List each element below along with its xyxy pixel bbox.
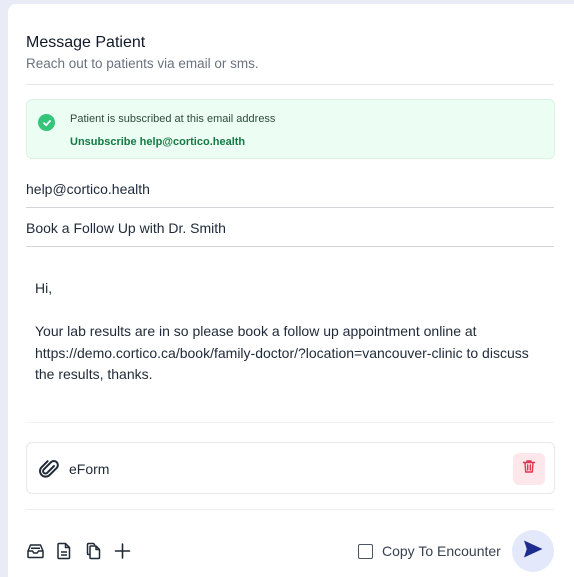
email-field[interactable]: help@cortico.health bbox=[26, 180, 554, 208]
message-body-textarea[interactable]: Hi, Your lab results are in so please bo… bbox=[35, 278, 545, 386]
attachment-item: eForm bbox=[26, 442, 555, 494]
unsubscribe-link[interactable]: Unsubscribe help@cortico.health bbox=[70, 136, 245, 148]
subscription-message: Patient is subscribed at this email addr… bbox=[70, 113, 276, 125]
panel-header: Message Patient Reach out to patients vi… bbox=[26, 33, 554, 73]
check-circle-icon bbox=[38, 114, 55, 131]
panel-subtitle: Reach out to patients via email or sms. bbox=[26, 56, 259, 71]
copy-to-encounter-label: Copy To Encounter bbox=[382, 543, 501, 559]
body-divider bbox=[26, 422, 554, 423]
delete-attachment-button[interactable] bbox=[513, 453, 545, 485]
send-icon bbox=[522, 539, 544, 564]
paperclip-icon bbox=[39, 458, 59, 485]
attachment-name: eForm bbox=[69, 461, 110, 477]
subject-field[interactable]: Book a Follow Up with Dr. Smith bbox=[26, 219, 554, 247]
trash-icon bbox=[522, 459, 536, 479]
copy-to-encounter-checkbox[interactable] bbox=[358, 543, 373, 559]
copy-icon[interactable] bbox=[85, 542, 103, 565]
inbox-icon[interactable] bbox=[26, 542, 45, 565]
document-icon[interactable] bbox=[56, 542, 72, 565]
message-patient-panel: Message Patient Reach out to patients vi… bbox=[8, 4, 574, 577]
send-button[interactable] bbox=[512, 530, 554, 572]
toolbar-divider bbox=[26, 509, 554, 510]
copy-to-encounter: Copy To Encounter bbox=[358, 543, 501, 559]
header-divider bbox=[26, 84, 554, 85]
plus-icon[interactable] bbox=[114, 542, 131, 565]
panel-title: Message Patient bbox=[26, 34, 146, 51]
subscription-alert: Patient is subscribed at this email addr… bbox=[26, 99, 555, 159]
